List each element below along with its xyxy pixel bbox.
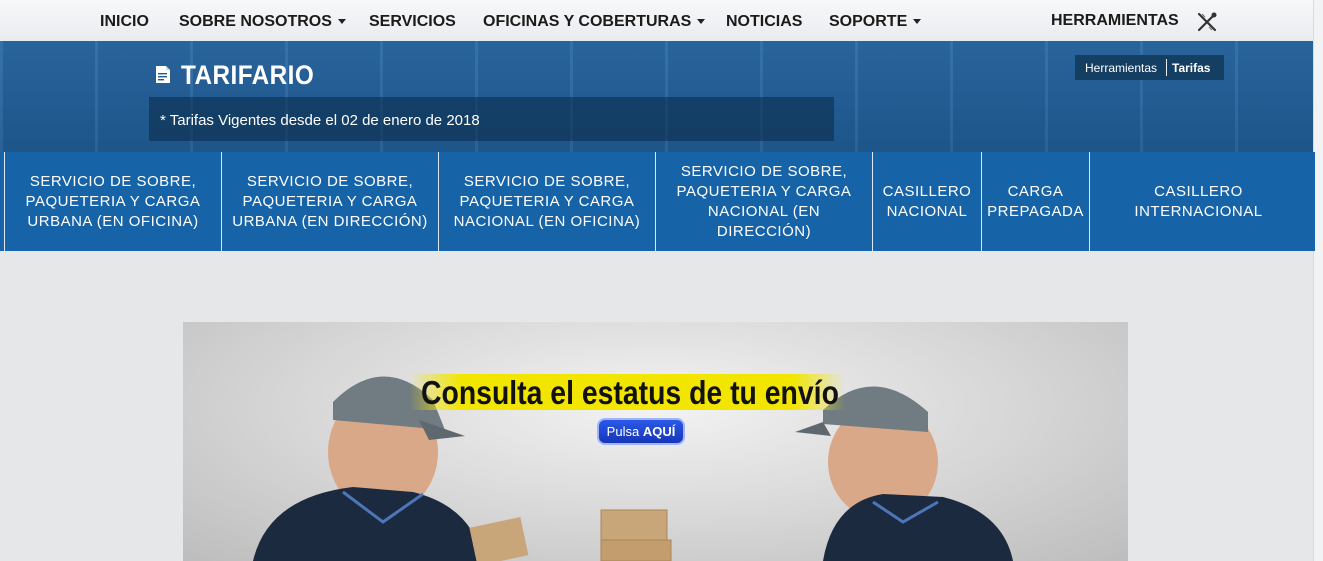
tab-label: SERVICIO DE SOBRE, PAQUETERIA Y CARGA NA… [676, 162, 852, 240]
chevron-down-icon [337, 19, 346, 25]
nav-inicio[interactable]: INICIO [100, 13, 149, 31]
nav-oficinas-y-coberturas[interactable]: OFICINAS Y COBERTURAS [483, 13, 706, 31]
button-emphasis: AQUÍ [642, 424, 676, 439]
nav-soporte-label: SOPORTE [829, 13, 908, 30]
tab-label: CASILLERO INTERNACIONAL [1134, 182, 1263, 220]
tools-icon[interactable] [1195, 10, 1219, 34]
nav-sobre-nosotros[interactable]: SOBRE NOSOTROS [179, 13, 346, 31]
tariff-tabs: SERVICIO DE SOBRE, PAQUETERIA Y CARGA UR… [0, 152, 1315, 251]
breadcrumb-separator [1166, 59, 1167, 76]
tab-casillero-internacional[interactable]: CASILLERO INTERNACIONAL [1090, 152, 1307, 251]
button-prefix: Pulsa [606, 424, 640, 439]
tab-urbana-oficina[interactable]: SERVICIO DE SOBRE, PAQUETERIA Y CARGA UR… [4, 152, 222, 251]
tracking-banner[interactable]: Consulta el estatus de tu envío Pulsa AQ… [183, 322, 1128, 561]
tab-label: CARGA PREPAGADA [987, 182, 1084, 220]
nav-sobre-nosotros-label: SOBRE NOSOTROS [179, 13, 332, 30]
tab-urbana-direccion[interactable]: SERVICIO DE SOBRE, PAQUETERIA Y CARGA UR… [222, 152, 439, 251]
page-title: TARIFARIO [181, 60, 315, 90]
banner-headline: Consulta el estatus de tu envío [421, 374, 839, 411]
chevron-down-icon [697, 19, 706, 25]
scrollbar[interactable] [1313, 0, 1323, 561]
tab-carga-prepagada[interactable]: CARGA PREPAGADA [982, 152, 1090, 251]
tab-label: SERVICIO DE SOBRE, PAQUETERIA Y CARGA UR… [25, 172, 201, 230]
breadcrumb-tarifas: Tarifas [1172, 61, 1211, 75]
breadcrumb-herramientas[interactable]: Herramientas [1085, 61, 1157, 75]
breadcrumb: Herramientas Tarifas [1075, 55, 1224, 80]
tab-nacional-direccion[interactable]: SERVICIO DE SOBRE, PAQUETERIA Y CARGA NA… [656, 152, 873, 251]
nav-soporte[interactable]: SOPORTE [829, 13, 922, 31]
tab-label: SERVICIO DE SOBRE, PAQUETERIA Y CARGA UR… [232, 172, 428, 230]
chevron-down-icon [913, 19, 922, 25]
tab-casillero-nacional[interactable]: CASILLERO NACIONAL [873, 152, 982, 251]
document-icon [156, 66, 170, 83]
top-navbar: INICIO SOBRE NOSOTROS SERVICIOS OFICINAS… [0, 0, 1313, 42]
nav-servicios[interactable]: SERVICIOS [369, 13, 456, 31]
pulsa-aqui-button[interactable]: Pulsa AQUÍ [597, 418, 685, 445]
tab-label: CASILLERO NACIONAL [882, 182, 972, 220]
tab-label: SERVICIO DE SOBRE, PAQUETERIA Y CARGA NA… [453, 172, 641, 230]
subtitle-box: * Tarifas Vigentes desde el 02 de enero … [149, 97, 834, 141]
page-subtitle: * Tarifas Vigentes desde el 02 de enero … [160, 112, 480, 129]
tab-nacional-oficina[interactable]: SERVICIO DE SOBRE, PAQUETERIA Y CARGA NA… [439, 152, 656, 251]
nav-noticias[interactable]: NOTICIAS [726, 13, 802, 31]
nav-oficinas-label: OFICINAS Y COBERTURAS [483, 13, 692, 30]
nav-herramientas[interactable]: HERRAMIENTAS [1051, 12, 1179, 30]
